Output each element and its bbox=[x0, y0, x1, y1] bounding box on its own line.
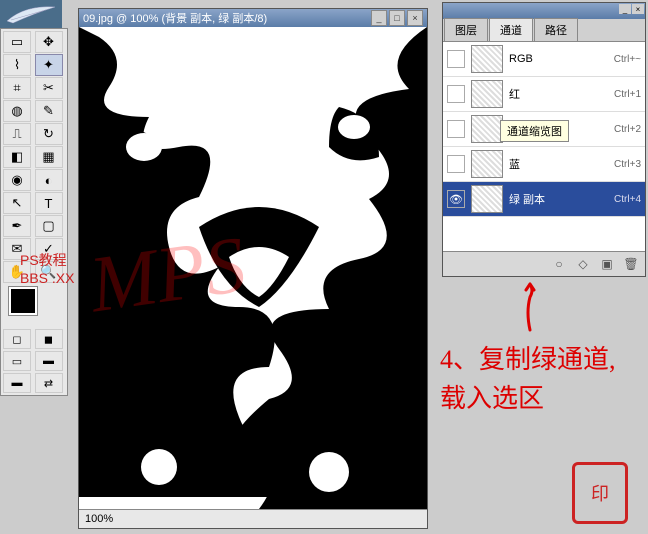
gradient-tool[interactable]: ▦ bbox=[35, 146, 63, 168]
eraser-tool[interactable]: ◧ bbox=[3, 146, 31, 168]
panel-tabs: 图层 通道 路径 bbox=[443, 19, 645, 42]
load-selection-icon[interactable]: ○ bbox=[551, 256, 567, 272]
pen-tool[interactable]: ✒ bbox=[3, 215, 31, 237]
visibility-toggle[interactable] bbox=[447, 85, 465, 103]
canvas[interactable] bbox=[79, 27, 427, 509]
doc-title: 09.jpg @ 100% (背景 副本, 绿 副本/8) bbox=[83, 10, 267, 26]
annotation-arrow bbox=[520, 282, 540, 332]
jump-to[interactable]: ⇄ bbox=[35, 373, 63, 393]
path-tool[interactable]: ↖ bbox=[3, 192, 31, 214]
blur-tool[interactable]: ◉ bbox=[3, 169, 31, 191]
channel-thumb[interactable] bbox=[471, 150, 503, 178]
delete-channel-icon[interactable]: 🗑 bbox=[623, 256, 639, 272]
channel-thumb[interactable] bbox=[471, 115, 503, 143]
marquee-tool[interactable]: ▭ bbox=[3, 31, 31, 53]
close-button[interactable]: × bbox=[407, 10, 423, 26]
document-window: 09.jpg @ 100% (背景 副本, 绿 副本/8) _□× 100% bbox=[78, 8, 428, 529]
lasso-tool[interactable]: ⌇ bbox=[3, 54, 31, 76]
visibility-toggle[interactable] bbox=[447, 155, 465, 173]
tooltip: 通道缩览图 bbox=[500, 120, 569, 142]
titlebar[interactable]: 09.jpg @ 100% (背景 副本, 绿 副本/8) _□× bbox=[79, 9, 427, 27]
tab-channels[interactable]: 通道 bbox=[489, 18, 533, 41]
screen-mode-3[interactable]: ▬ bbox=[3, 373, 31, 393]
fg-color[interactable] bbox=[9, 287, 37, 315]
channel-red[interactable]: 红Ctrl+1 bbox=[443, 77, 645, 112]
move-tool[interactable]: ✥ bbox=[35, 31, 63, 53]
stamp-tool[interactable]: ⎍ bbox=[3, 123, 31, 145]
wand-tool[interactable]: ✦ bbox=[35, 54, 63, 76]
screen-mode-1[interactable]: ▭ bbox=[3, 351, 31, 371]
watermark-text: PS教程BBS .XX bbox=[20, 250, 74, 286]
channel-thumb[interactable] bbox=[471, 45, 503, 73]
quickmask-mode[interactable]: ◼ bbox=[35, 329, 63, 349]
heal-tool[interactable]: ◍ bbox=[3, 100, 31, 122]
visibility-toggle[interactable] bbox=[447, 50, 465, 68]
standard-mode[interactable]: ◻ bbox=[3, 329, 31, 349]
history-brush-tool[interactable]: ↻ bbox=[35, 123, 63, 145]
status-bar: 100% bbox=[79, 509, 427, 528]
new-channel-icon[interactable]: ▣ bbox=[599, 256, 615, 272]
max-button[interactable]: □ bbox=[389, 10, 405, 26]
channel-blue[interactable]: 蓝Ctrl+3 bbox=[443, 147, 645, 182]
zoom-level[interactable]: 100% bbox=[85, 513, 113, 525]
channel-list: RGBCtrl+~ 红Ctrl+1 Ctrl+2 蓝Ctrl+3 👁绿 副本Ct… bbox=[443, 42, 645, 251]
channel-rgb[interactable]: RGBCtrl+~ bbox=[443, 42, 645, 77]
channel-thumb[interactable] bbox=[471, 80, 503, 108]
panel-footer: ○ ◇ ▣ 🗑 bbox=[443, 251, 645, 276]
slice-tool[interactable]: ✂ bbox=[35, 77, 63, 99]
panel-close[interactable]: × bbox=[632, 4, 644, 14]
min-button[interactable]: _ bbox=[371, 10, 387, 26]
screen-mode-2[interactable]: ▬ bbox=[35, 351, 63, 371]
channel-green-copy[interactable]: 👁绿 副本Ctrl+4 bbox=[443, 182, 645, 217]
visibility-toggle[interactable] bbox=[447, 120, 465, 138]
dodge-tool[interactable]: ◐ bbox=[35, 169, 63, 191]
tab-paths[interactable]: 路径 bbox=[534, 18, 578, 41]
brush-tool[interactable]: ✎ bbox=[35, 100, 63, 122]
app-logo bbox=[0, 0, 62, 28]
save-selection-icon[interactable]: ◇ bbox=[575, 256, 591, 272]
seal-stamp: 印 bbox=[572, 462, 628, 524]
shape-tool[interactable]: ▢ bbox=[35, 215, 63, 237]
annotation-text: 4、复制绿通道,载入选区 bbox=[440, 340, 640, 418]
panel-min[interactable]: _ bbox=[619, 4, 631, 14]
type-tool[interactable]: T bbox=[35, 192, 63, 214]
crop-tool[interactable]: ⌗ bbox=[3, 77, 31, 99]
toolbox: ▭✥ ⌇✦ ⌗✂ ◍✎ ⎍↻ ◧▦ ◉◐ ↖T ✒▢ ✉✓ ✋🔍 ◻◼ ▭▬ ▬… bbox=[0, 28, 68, 396]
channel-thumb[interactable] bbox=[471, 185, 503, 213]
color-swatches[interactable] bbox=[3, 287, 65, 325]
tab-layers[interactable]: 图层 bbox=[444, 18, 488, 41]
visibility-toggle[interactable]: 👁 bbox=[447, 190, 465, 208]
